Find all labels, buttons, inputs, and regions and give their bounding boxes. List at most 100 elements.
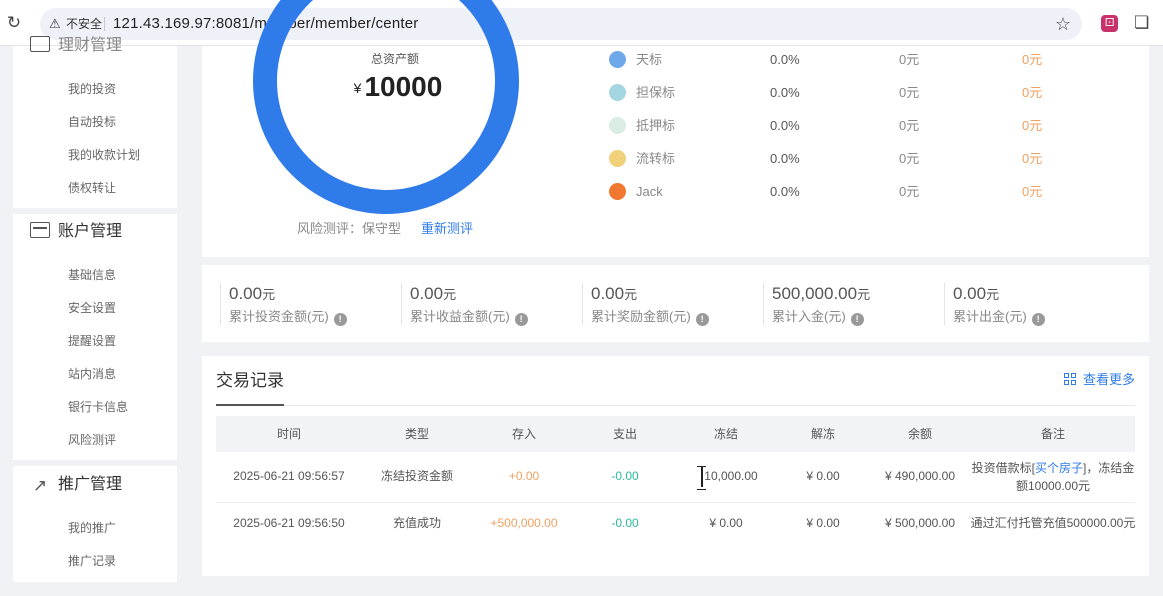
total-assets-value: ¥10000 xyxy=(318,69,478,110)
section-rule xyxy=(216,405,1135,406)
info-icon[interactable]: ! xyxy=(695,313,709,326)
address-divider xyxy=(104,17,105,31)
product-rate: 0.0% xyxy=(770,52,800,67)
stat-label-text: 累计奖励金额(元) xyxy=(591,309,691,324)
column-header-balance: 余额 xyxy=(907,427,933,441)
product-rate: 0.0% xyxy=(770,184,800,199)
stat-divider xyxy=(220,283,221,325)
stat-value: 0.00元 xyxy=(229,283,275,306)
column-header-type: 类型 xyxy=(404,427,430,441)
product-name: Jack xyxy=(636,184,663,199)
invest-icon xyxy=(30,36,50,52)
product-earnings: 0元 xyxy=(1022,151,1043,166)
trade-table-header: 时间 类型 存入 支出 冻结 解冻 余额 备注 xyxy=(216,416,1135,452)
cell-type: 冻结投资金额 xyxy=(380,469,454,483)
sidebar-item-promotion-records[interactable]: 推广记录 xyxy=(68,553,116,569)
column-header-expense: 支出 xyxy=(612,427,638,441)
stat-number: 0.00 xyxy=(229,284,263,303)
text-cursor-icon xyxy=(697,465,706,490)
stat-label: 累计入金(元)! xyxy=(772,309,864,326)
sidebar-item-debt-transfer[interactable]: 债权转让 xyxy=(68,180,116,196)
stat-unit: 元 xyxy=(857,287,871,302)
sidebar-item-reminders[interactable]: 提醒设置 xyxy=(68,333,116,349)
sidebar-item-repayment-plan[interactable]: 我的收款计划 xyxy=(68,147,140,163)
insecure-label[interactable]: 不安全 xyxy=(66,16,102,32)
stat-total-deposits: 500,000.00元 累计入金(元)! xyxy=(763,281,943,327)
sidebar-header-promotion[interactable]: ↗ 推广管理 xyxy=(30,474,122,496)
sidebar-item-auto-bid[interactable]: 自动投标 xyxy=(68,114,116,130)
credit-card-icon xyxy=(30,222,50,238)
sidebar-item-my-investments[interactable]: 我的投资 xyxy=(68,81,116,97)
stat-unit: 元 xyxy=(986,287,1000,302)
cell-unfrozen: ¥ 0.00 xyxy=(806,469,840,483)
stat-total-withdrawals: 0.00元 累计出金(元)! xyxy=(944,281,1124,327)
trade-records-title: 交易记录 xyxy=(216,371,284,390)
address-bar[interactable]: ⚠ 不安全 121.43.169.97:8081/member/member/c… xyxy=(40,8,1082,40)
trend-arrow-icon: ↗ xyxy=(32,476,48,495)
product-row: 抵押标 0.0% 0元 0元 xyxy=(609,115,1149,137)
stat-label: 累计投资金额(元)! xyxy=(229,309,347,326)
grid-icon xyxy=(1064,373,1077,386)
info-icon[interactable]: ! xyxy=(333,313,347,326)
cell-balance: ¥ 500,000.00 xyxy=(884,516,956,530)
loan-link[interactable]: 买个房子 xyxy=(1035,461,1083,475)
stat-unit: 元 xyxy=(624,287,638,302)
info-icon[interactable]: ! xyxy=(514,313,528,326)
extension-icon[interactable]: ⚀ xyxy=(1101,15,1118,32)
sidebar-header-label: 推广管理 xyxy=(58,476,123,493)
warning-icon[interactable]: ⚠ xyxy=(49,16,61,32)
bookmark-star-icon[interactable]: ☆ xyxy=(1055,13,1071,35)
product-name: 流转标 xyxy=(636,151,676,166)
product-row: 担保标 0.0% 0元 0元 xyxy=(609,82,1149,104)
row-divider xyxy=(216,502,1135,503)
legend-dot xyxy=(609,150,626,167)
sidebar-divider xyxy=(13,460,177,466)
stat-divider xyxy=(763,283,764,325)
legend-dot xyxy=(609,84,626,101)
legend-dot xyxy=(609,51,626,68)
cell-time: 2025-06-21 09:56:50 xyxy=(233,516,345,530)
extensions-puzzle-icon[interactable]: ❏ xyxy=(1134,13,1149,33)
product-row: 天标 0.0% 0元 0元 xyxy=(609,49,1149,71)
column-header-unfrozen: 解冻 xyxy=(810,427,836,441)
info-icon[interactable]: ! xyxy=(1031,313,1045,326)
sidebar-header-account[interactable]: 账户管理 xyxy=(30,221,122,243)
cell-expense: -0.00 xyxy=(611,516,639,530)
sidebar-item-messages[interactable]: 站内消息 xyxy=(68,366,116,382)
sidebar-divider xyxy=(13,208,177,214)
stat-label-text: 累计入金(元) xyxy=(772,309,846,324)
stat-number: 500,000.00 xyxy=(772,284,858,303)
view-more-label: 查看更多 xyxy=(1083,372,1136,387)
title-underline xyxy=(216,404,284,406)
sidebar-item-bank-card[interactable]: 银行卡信息 xyxy=(68,399,128,415)
product-rate: 0.0% xyxy=(770,151,800,166)
reassess-risk-link[interactable]: 重新测评 xyxy=(421,221,473,237)
sidebar-item-risk-assessment[interactable]: 风险测评 xyxy=(68,432,116,448)
currency-symbol: ¥ xyxy=(353,80,362,96)
risk-level-text: 风险测评：保守型 xyxy=(297,221,402,236)
sidebar-item-basic-info[interactable]: 基础信息 xyxy=(68,267,116,283)
stat-label-text: 累计投资金额(元) xyxy=(229,309,329,324)
sidebar-item-security[interactable]: 安全设置 xyxy=(68,300,116,316)
stat-value: 500,000.00元 xyxy=(772,283,870,306)
sidebar-item-my-promotion[interactable]: 我的推广 xyxy=(68,520,116,536)
product-row: 流转标 0.0% 0元 0元 xyxy=(609,148,1149,170)
reload-icon[interactable]: ↻ xyxy=(4,12,24,34)
stat-number: 0.00 xyxy=(953,284,987,303)
total-assets-label: 总资产额 xyxy=(370,52,419,66)
asset-overview-panel: 总资产额 ¥10000 风险测评：保守型 重新测评 天标 0.0% 0元 0元 … xyxy=(202,0,1149,257)
stat-label: 累计出金(元)! xyxy=(953,309,1045,326)
product-amount: 0元 xyxy=(899,118,920,133)
stat-divider xyxy=(944,283,945,325)
stat-divider xyxy=(582,283,583,325)
stat-unit: 元 xyxy=(262,287,276,302)
view-more-link[interactable]: 查看更多 xyxy=(1064,372,1135,388)
column-header-note: 备注 xyxy=(1040,427,1066,441)
cell-note: 通过汇付托管充值500000.00元 xyxy=(970,516,1136,530)
summary-stats-panel: 0.00元 累计投资金额(元)! 0.00元 累计收益金额(元)! 0.00元 … xyxy=(202,265,1149,342)
sidebar-header-label: 理财管理 xyxy=(58,37,123,54)
sidebar-header-invest[interactable]: 理财管理 xyxy=(30,35,122,57)
legend-dot xyxy=(609,183,626,200)
info-icon[interactable]: ! xyxy=(850,313,864,326)
browser-toolbar: ↻ ⚠ 不安全 121.43.169.97:8081/member/member… xyxy=(0,0,1163,46)
